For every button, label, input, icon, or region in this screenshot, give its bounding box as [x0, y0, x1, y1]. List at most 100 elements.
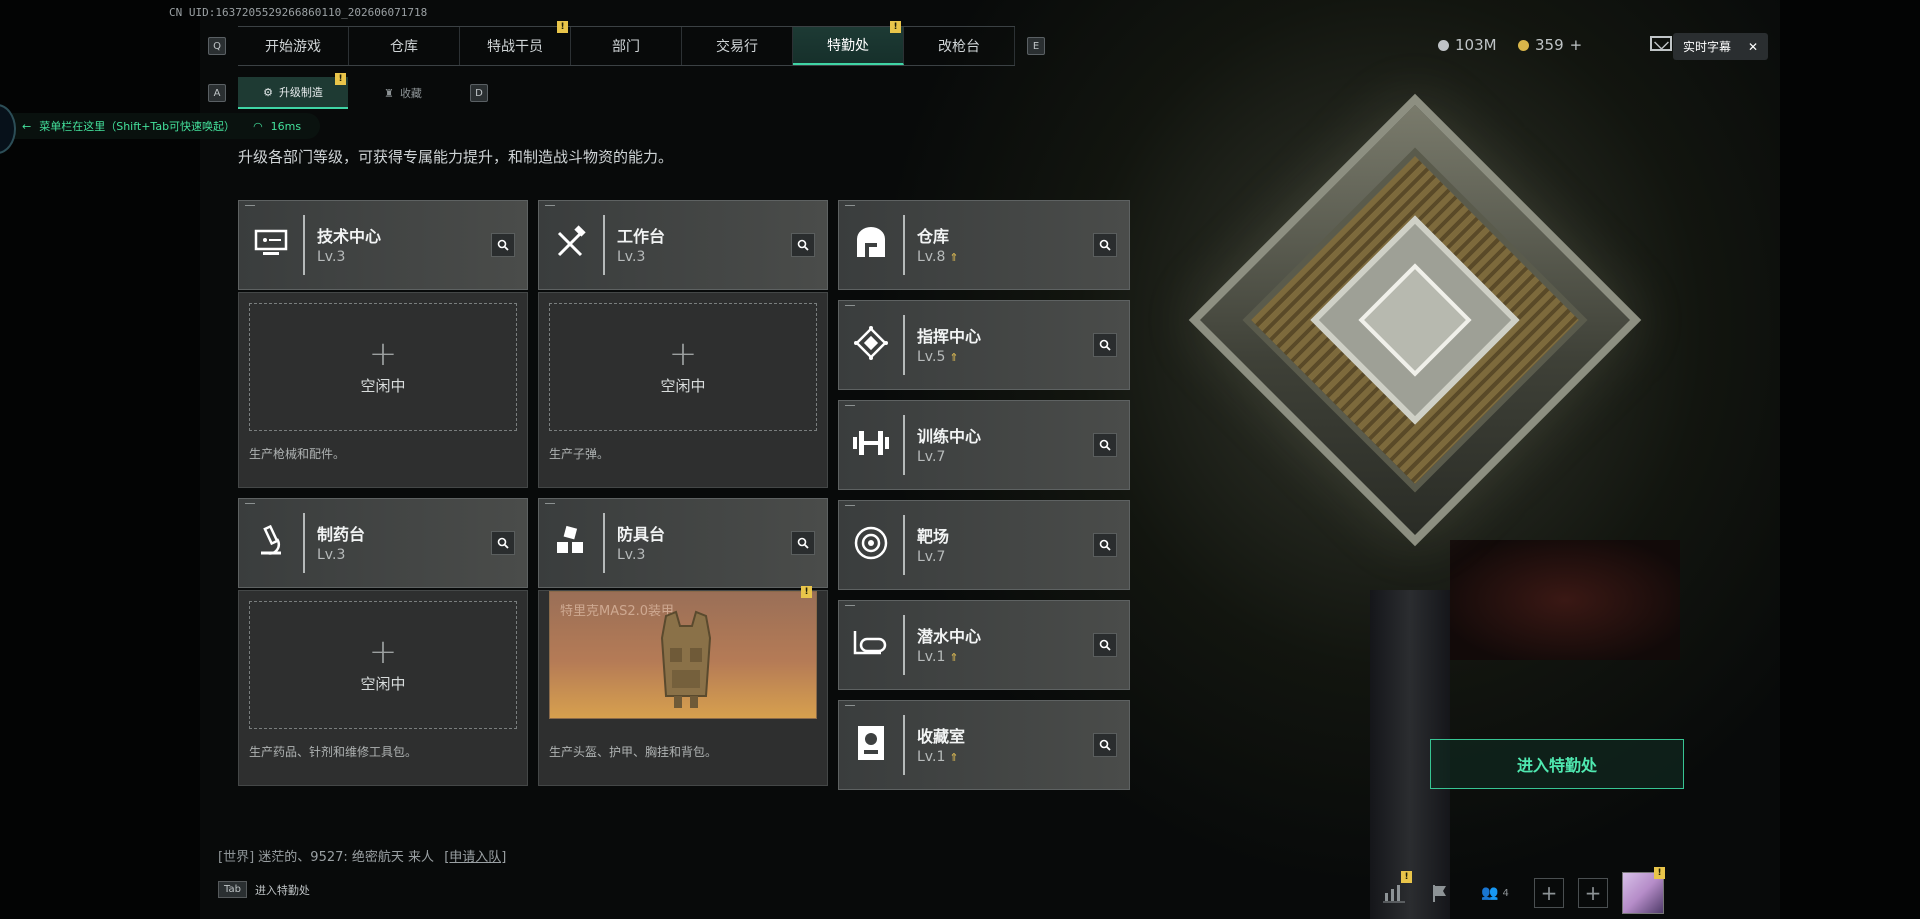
mail-icon[interactable]	[1650, 36, 1672, 51]
enter-special-ops-button[interactable]: 进入特勤处	[1430, 739, 1684, 789]
sub-nav: A ⚙ 升级制造 ! ♜ 收藏 D	[208, 73, 488, 109]
slot-hint: 生产枪械和配件。	[249, 447, 346, 461]
facility-level: Lv.5	[917, 349, 946, 365]
upgrade-arrow-icon: ⇑	[949, 251, 959, 264]
add-gold-button[interactable]: +	[1570, 36, 1583, 54]
menu-hint-overlay[interactable]: ← 菜单栏在这里（Shift+Tab可快速唤起） ◠ 16ms	[0, 113, 320, 139]
chat-message: 绝密航天 来人	[351, 850, 435, 865]
search-icon[interactable]	[491, 233, 515, 257]
search-icon[interactable]	[1093, 433, 1117, 457]
facility-card-workbench[interactable]: 工作台 Lv.3	[538, 200, 828, 290]
collection-icon	[851, 723, 891, 763]
microscope-icon	[251, 521, 291, 561]
player-uid: CN UID:1637205529266860110_202606071718	[169, 6, 428, 19]
slot-status: 空闲中	[660, 376, 706, 395]
plus-icon: +	[668, 333, 698, 374]
key-hint-right: E	[1027, 37, 1045, 55]
facility-name: 收藏室	[917, 727, 966, 746]
world-chat-line[interactable]: [世界] 迷茫的、9527: 绝密航天 来人 [申请入队]	[218, 846, 506, 865]
subtab-label: 收藏	[399, 87, 422, 100]
crafting-item-preview[interactable]: 特里克MAS2.0装甲 !	[549, 586, 817, 719]
facility-level-row: Lv.1 ⇑	[917, 649, 959, 665]
search-icon[interactable]	[791, 233, 815, 257]
facility-card-collection-room[interactable]: 收藏室 Lv.1 ⇑	[838, 700, 1130, 790]
notification-badge: !	[801, 586, 812, 598]
facility-level-row: Lv.5 ⇑	[917, 349, 959, 365]
search-icon[interactable]	[1093, 633, 1117, 657]
facility-name: 防具台	[617, 525, 666, 544]
armor-boxes-icon	[551, 521, 591, 561]
facility-level: Lv.1	[917, 649, 946, 665]
notification-badge: !	[335, 73, 346, 85]
plus-icon: +	[368, 631, 398, 672]
tab-warehouse[interactable]: 仓库	[349, 27, 460, 65]
facility-card-command-center[interactable]: 指挥中心 Lv.5 ⇑	[838, 300, 1130, 390]
silver-amount: 103M	[1455, 36, 1497, 54]
cube	[1188, 93, 1642, 547]
facility-card-tech-center[interactable]: 技术中心 Lv.3	[238, 200, 528, 290]
facility-card-pharmacy[interactable]: 制药台 Lv.3	[238, 498, 528, 588]
chat-user[interactable]: 迷茫的、9527:	[258, 850, 347, 865]
facility-level: Lv.7	[917, 449, 946, 465]
facility-card-warehouse[interactable]: 仓库 Lv.8 ⇑	[838, 200, 1130, 290]
friends-button[interactable]: 👥 4	[1470, 877, 1520, 909]
slot-hint: 生产头盔、护甲、胸挂和背包。	[549, 745, 718, 759]
chat-channel: [世界]	[218, 850, 255, 865]
production-slot-tech-center[interactable]: + 空闲中 生产枪械和配件。	[238, 292, 528, 488]
request-join-link[interactable]: [申请入队]	[444, 850, 506, 865]
tab-operators[interactable]: 特战干员 !	[460, 21, 571, 65]
facility-card-armor-bench[interactable]: 防具台 Lv.3	[538, 498, 828, 588]
live-caption-button[interactable]: 实时字幕 ✕	[1673, 33, 1768, 60]
silver-currency[interactable]: 103M	[1438, 36, 1497, 54]
tab-special-ops[interactable]: 特勤处 !	[793, 21, 904, 65]
facility-card-training-center[interactable]: 训练中心 Lv.7	[838, 400, 1130, 490]
tab-start-game[interactable]: 开始游戏	[238, 27, 349, 65]
gold-amount: 359	[1535, 36, 1564, 54]
subtab-label: 升级制造	[278, 86, 323, 99]
friends-count: 4	[1502, 887, 1509, 899]
add-slot-button[interactable]: +	[1534, 878, 1564, 908]
tab-label: 开始游戏	[265, 39, 321, 55]
facility-level: Lv.3	[317, 547, 346, 563]
tab-shortcut-hint[interactable]: Tab 进入特勤处	[218, 881, 310, 898]
subtab-collection[interactable]: ♜ 收藏	[348, 78, 458, 108]
subtab-upgrade-craft[interactable]: ⚙ 升级制造 !	[238, 73, 348, 109]
right-letterbox	[1780, 0, 1920, 919]
avatar[interactable]: !	[1622, 867, 1665, 914]
production-slot-armor-bench[interactable]: 特里克MAS2.0装甲 ! 生产头盔、护甲、胸挂和背包。	[538, 586, 828, 786]
search-icon[interactable]	[491, 531, 515, 555]
production-slot-pharmacy[interactable]: + 空闲中 生产药品、针剂和维修工具包。	[238, 590, 528, 786]
facility-card-shooting-range[interactable]: 靶场 Lv.7	[838, 500, 1130, 590]
search-icon[interactable]	[1093, 533, 1117, 557]
stats-icon[interactable]: !	[1378, 871, 1412, 909]
notification-badge: !	[557, 21, 568, 33]
facility-level-row: Lv.8 ⇑	[917, 249, 959, 265]
tab-department[interactable]: 部门	[571, 27, 682, 65]
search-icon[interactable]	[791, 531, 815, 555]
flag-icon[interactable]	[1424, 877, 1456, 909]
search-icon[interactable]	[1093, 233, 1117, 257]
gold-currency[interactable]: 359 +	[1518, 36, 1582, 54]
facility-card-diving-center[interactable]: 潜水中心 Lv.1 ⇑	[838, 600, 1130, 690]
key-hint-left: Q	[208, 37, 226, 55]
slot-hint: 生产药品、针剂和维修工具包。	[249, 745, 418, 759]
tab-gunsmith[interactable]: 改枪台	[904, 27, 1015, 65]
main-tabs: 开始游戏 仓库 特战干员 ! 部门 交易行 特勤处 ! 改枪台	[238, 21, 1015, 66]
facility-name: 技术中心	[317, 227, 382, 246]
facility-name: 指挥中心	[917, 327, 982, 346]
tab-label: 特战干员	[487, 39, 543, 55]
computer-icon	[251, 223, 291, 263]
warehouse-icon	[851, 223, 891, 263]
search-icon[interactable]	[1093, 733, 1117, 757]
target-icon	[851, 523, 891, 563]
add-slot-button[interactable]: +	[1578, 878, 1608, 908]
slot-status: 空闲中	[360, 376, 406, 395]
tab-label: 部门	[612, 39, 640, 55]
production-slot-workbench[interactable]: + 空闲中 生产子弹。	[538, 292, 828, 488]
tab-trade[interactable]: 交易行	[682, 27, 793, 65]
search-icon[interactable]	[1093, 333, 1117, 357]
arrow-left-icon: ←	[22, 119, 32, 133]
facility-level: Lv.7	[917, 549, 946, 565]
close-icon[interactable]: ✕	[1748, 40, 1758, 54]
menu-hint-text: 菜单栏在这里（Shift+Tab可快速唤起）	[39, 120, 236, 133]
